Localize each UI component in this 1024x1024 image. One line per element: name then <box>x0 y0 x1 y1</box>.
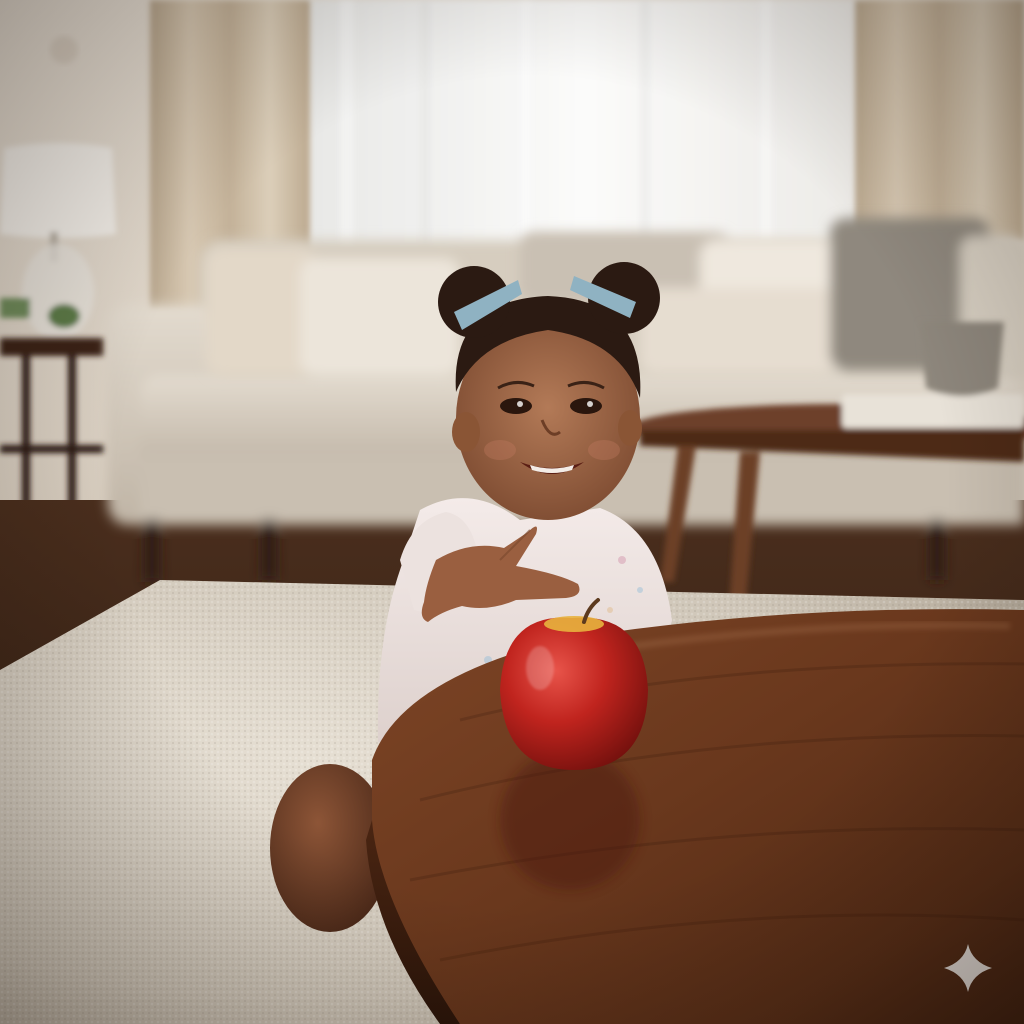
scene-illustration <box>0 0 1024 1024</box>
window <box>305 0 865 250</box>
curtain-right <box>855 0 1024 240</box>
photo-scene <box>0 0 1024 1024</box>
wall-ornament <box>50 36 78 64</box>
apple-reflection <box>500 750 640 890</box>
